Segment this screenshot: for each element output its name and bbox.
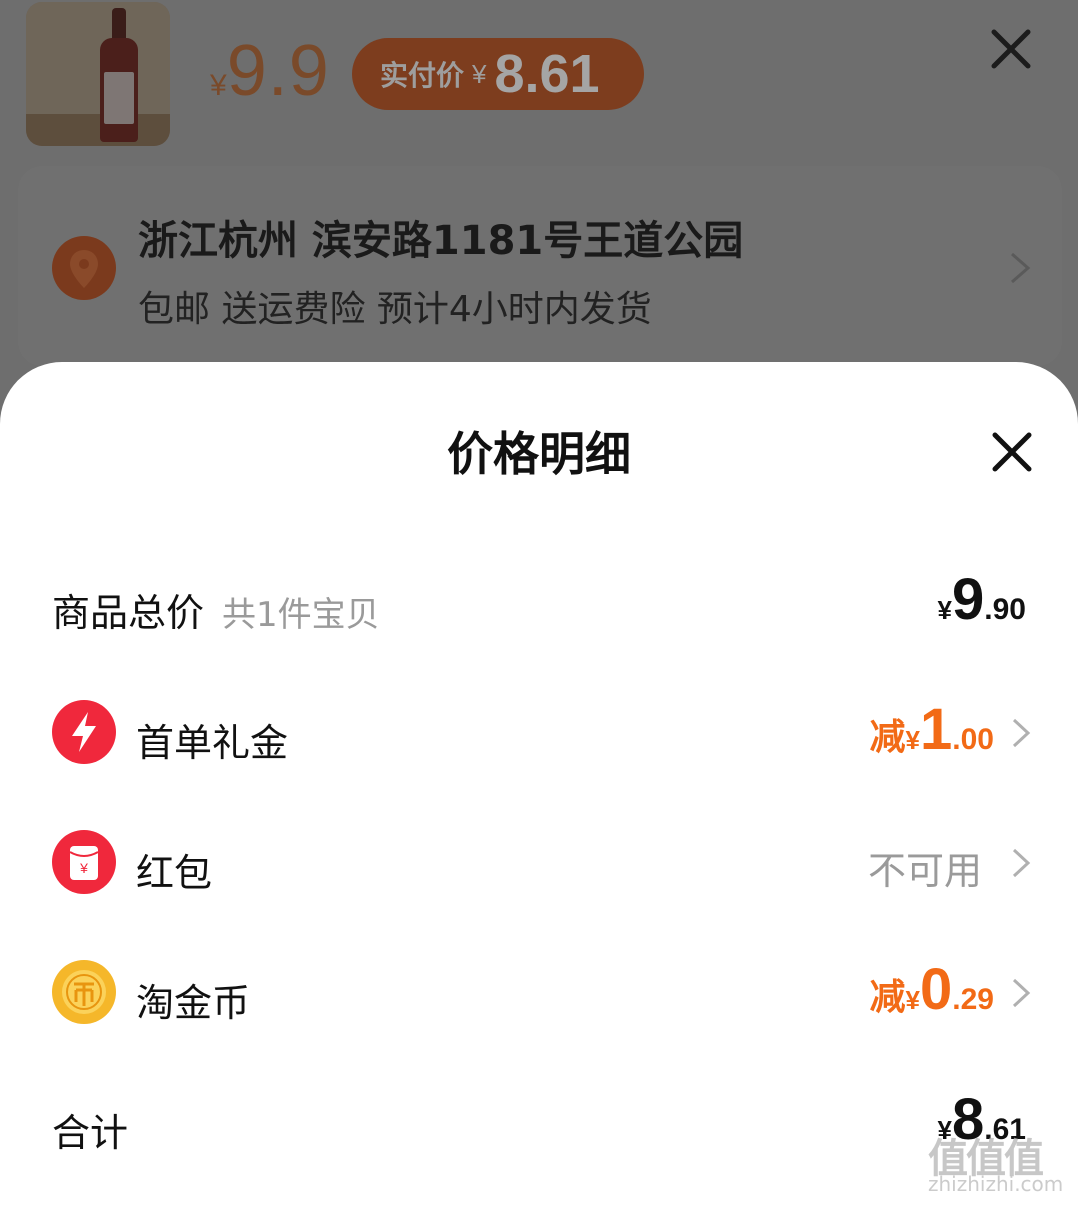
- chevron-right-icon: [1011, 252, 1031, 284]
- watermark-url: zhizhizhi.com: [928, 1172, 1064, 1196]
- red-envelope-icon: ¥: [52, 830, 116, 894]
- row-label: 合计: [52, 1111, 129, 1155]
- unavailable-status: 不可用: [867, 849, 982, 893]
- chevron-right-icon: [1012, 848, 1031, 878]
- lightning-icon: [52, 700, 116, 764]
- close-icon[interactable]: [988, 26, 1034, 72]
- chevron-right-icon: [1012, 718, 1031, 748]
- chevron-right-icon: [1012, 978, 1031, 1008]
- watermark: 值值值 zhizhizhi.com: [928, 1126, 1068, 1196]
- row-label: 红包: [136, 851, 213, 895]
- sheet-title: 价格明细: [447, 427, 631, 481]
- row-total: 合计 ¥8.61: [0, 1072, 1078, 1172]
- row-red-packet[interactable]: ¥ 红包 不可用: [0, 812, 1078, 912]
- product-price: ¥9.9: [210, 31, 330, 111]
- close-icon[interactable]: [990, 430, 1034, 474]
- row-first-order-gift[interactable]: 首单礼金 减¥1.00: [0, 682, 1078, 782]
- svg-text:¥: ¥: [79, 860, 88, 876]
- discount-value: 减¥1.00: [869, 697, 994, 762]
- coin-icon: [52, 960, 116, 1024]
- shipping-info: 包邮 送运费险 预计4小时内发货: [138, 289, 652, 330]
- paid-price-badge: 实付价 ¥ 8.61: [352, 38, 644, 110]
- address-card[interactable]: [18, 166, 1062, 366]
- discount-value: 减¥0.29: [869, 957, 994, 1022]
- row-label: 首单礼金: [136, 721, 289, 765]
- amount-value: ¥9.90: [937, 567, 1026, 632]
- row-taojinbi-coins[interactable]: 淘金币 减¥0.29: [0, 942, 1078, 1042]
- product-thumbnail: [26, 2, 170, 146]
- location-pin-icon: [52, 236, 116, 300]
- address-title: 浙江杭州 滨安路1181号王道公园: [138, 218, 744, 264]
- row-label: 商品总价: [52, 591, 205, 635]
- row-label: 淘金币: [136, 981, 251, 1025]
- row-item-total: 商品总价 共1件宝贝 ¥9.90: [0, 552, 1078, 652]
- item-count-hint: 共1件宝贝: [222, 595, 380, 635]
